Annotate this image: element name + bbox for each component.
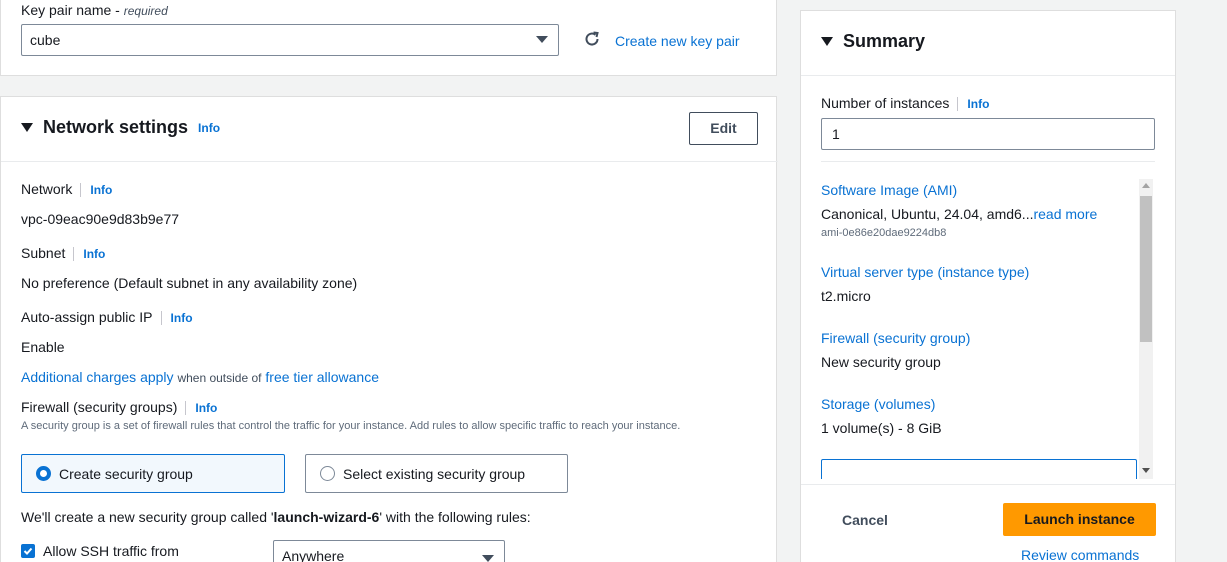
partial-info-box	[821, 459, 1137, 479]
required-text: required	[123, 4, 168, 18]
create-note-suffix: ' with the following rules:	[379, 509, 531, 525]
ami-id: ami-0e86e20dae9224db8	[821, 227, 947, 239]
ssh-source-value: Anywhere	[282, 548, 345, 562]
network-settings-panel: Network settings Info Edit Network Info v…	[0, 96, 778, 562]
summary-scroll-area: Software Image (AMI) Canonical, Ubuntu, …	[821, 179, 1137, 479]
edit-button[interactable]: Edit	[689, 112, 758, 145]
review-commands-link[interactable]: Review commands	[1021, 547, 1139, 562]
scroll-down-arrow-icon[interactable]	[1142, 468, 1150, 473]
ssh-source-select[interactable]: Anywhere	[273, 540, 505, 562]
firewall-link[interactable]: Firewall (security group)	[821, 330, 970, 346]
public-ip-value: Enable	[21, 339, 65, 355]
key-pair-value: cube	[30, 32, 61, 48]
key-pair-label: Key pair name - required	[21, 2, 168, 18]
free-tier-link[interactable]: free tier allowance	[265, 369, 379, 385]
scroll-thumb[interactable]	[1140, 196, 1152, 342]
refresh-icon[interactable]	[583, 30, 601, 48]
key-pair-panel: Key pair name - required cube Create new…	[0, 0, 777, 76]
create-security-group-option[interactable]: Create security group	[21, 454, 285, 493]
ami-link[interactable]: Software Image (AMI)	[821, 182, 957, 198]
create-note: We'll create a new security group called…	[21, 509, 531, 525]
summary-scrollbar[interactable]	[1139, 179, 1153, 479]
subnet-value: No preference (Default subnet in any ava…	[21, 275, 358, 291]
instances-input[interactable]: 1	[821, 118, 1155, 150]
caret-down-icon	[21, 123, 33, 132]
subnet-info[interactable]: Info	[73, 247, 106, 261]
network-label: Network	[21, 181, 73, 197]
scroll-up-arrow-icon[interactable]	[1142, 183, 1150, 188]
ssh-label: Allow SSH traffic from	[43, 543, 179, 559]
launch-instance-button[interactable]: Launch instance	[1003, 503, 1156, 536]
instances-label: Number of instances	[821, 95, 950, 111]
firewall-field: Firewall (security groups) Info	[21, 399, 218, 415]
instance-type-link[interactable]: Virtual server type (instance type)	[821, 264, 1029, 280]
charges-mid: when outside of	[177, 371, 262, 385]
subnet-label: Subnet	[21, 245, 66, 261]
create-security-group-label: Create security group	[59, 465, 193, 482]
footer-divider	[801, 484, 1175, 485]
instances-info[interactable]: Info	[957, 97, 990, 111]
network-field: Network Info	[21, 181, 113, 197]
public-ip-field: Auto-assign public IP Info	[21, 309, 193, 325]
caret-down-icon	[821, 37, 833, 46]
create-note-prefix: We'll create a new security group called…	[21, 509, 274, 525]
firewall-label: Firewall (security groups)	[21, 399, 178, 415]
network-field-info[interactable]: Info	[80, 183, 113, 197]
summary-panel: Summary Number of instances Info 1 Softwa…	[800, 10, 1176, 562]
charges-note: Additional charges apply when outside of…	[21, 369, 379, 385]
ami-value-text: Canonical, Ubuntu, 24.04, amd6...	[821, 206, 1034, 222]
firewall-value: New security group	[821, 354, 941, 370]
firewall-description: A security group is a set of firewall ru…	[21, 420, 681, 432]
cancel-button[interactable]: Cancel	[842, 512, 888, 528]
subnet-field: Subnet Info	[21, 245, 106, 261]
storage-link[interactable]: Storage (volumes)	[821, 396, 935, 412]
public-ip-label: Auto-assign public IP	[21, 309, 153, 325]
key-pair-select[interactable]: cube	[21, 24, 559, 56]
firewall-info[interactable]: Info	[185, 401, 218, 415]
create-key-pair-link[interactable]: Create new key pair	[615, 33, 740, 49]
create-note-name: launch-wizard-6	[273, 509, 380, 525]
chevron-down-icon	[482, 555, 494, 562]
checkbox-checked-icon[interactable]	[21, 544, 35, 558]
ssh-checkbox-row[interactable]: Allow SSH traffic from	[21, 543, 179, 559]
summary-header[interactable]: Summary	[821, 31, 925, 52]
instances-value: 1	[832, 126, 840, 142]
summary-title: Summary	[843, 31, 926, 51]
charges-link[interactable]: Additional charges apply	[21, 369, 174, 385]
radio-unselected-icon	[320, 466, 335, 481]
select-existing-security-group-option[interactable]: Select existing security group	[305, 454, 568, 493]
storage-value: 1 volume(s) - 8 GiB	[821, 420, 942, 436]
radio-selected-icon	[36, 466, 51, 481]
summary-divider	[801, 75, 1175, 76]
divider	[1, 161, 778, 162]
instances-divider	[821, 161, 1155, 162]
instances-field: Number of instances Info	[821, 95, 990, 111]
public-ip-info[interactable]: Info	[160, 311, 193, 325]
network-settings-title: Network settings	[43, 117, 189, 137]
instance-type-value: t2.micro	[821, 288, 871, 304]
read-more-link[interactable]: read more	[1033, 206, 1097, 222]
network-settings-header[interactable]: Network settings Info	[21, 117, 220, 138]
chevron-down-icon	[536, 36, 548, 43]
ami-value: Canonical, Ubuntu, 24.04, amd6...read mo…	[821, 206, 1097, 222]
select-existing-label: Select existing security group	[343, 465, 526, 482]
network-value: vpc-09eac90e9d83b9e77	[21, 211, 180, 227]
key-pair-label-text: Key pair name	[21, 2, 112, 18]
network-info-link[interactable]: Info	[190, 121, 220, 135]
